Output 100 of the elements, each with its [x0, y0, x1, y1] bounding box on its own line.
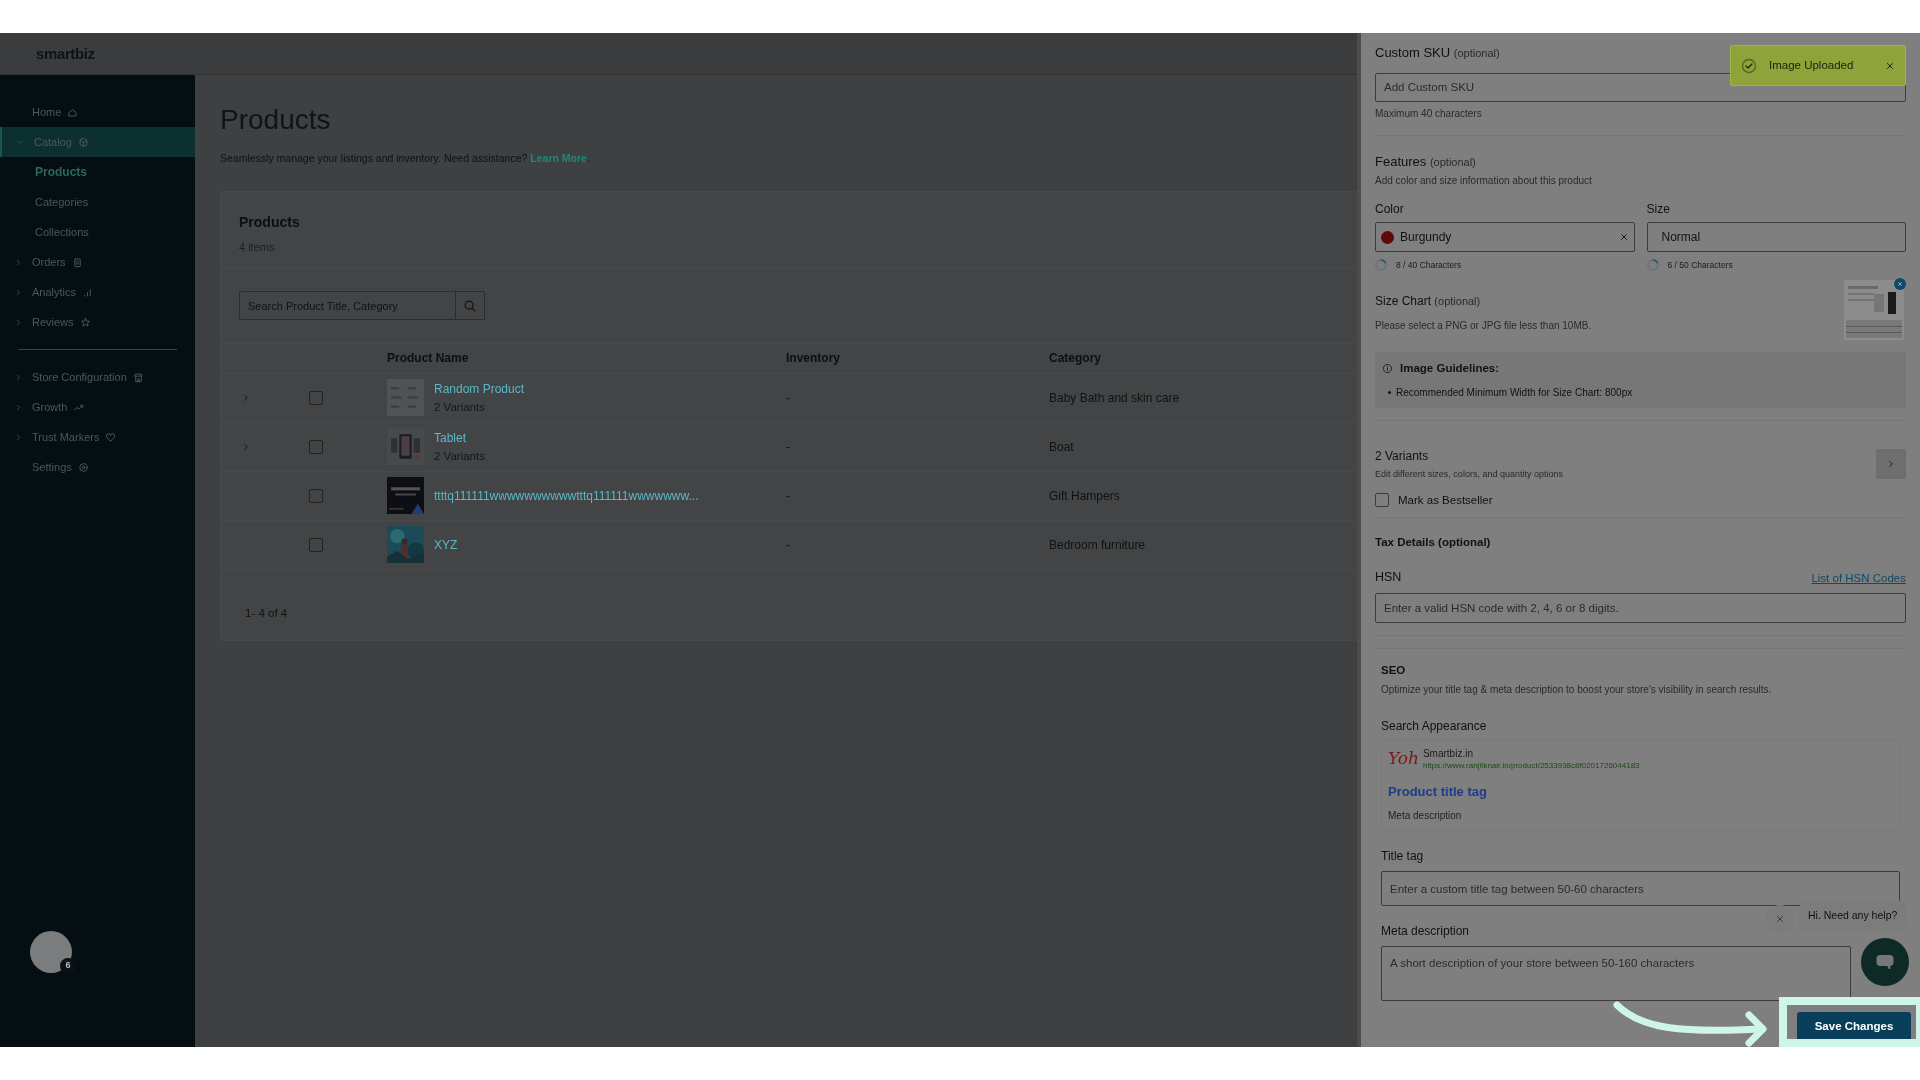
search-button[interactable]	[456, 291, 485, 321]
sidebar-item[interactable]: Analytics	[0, 277, 195, 307]
meta-description-field[interactable]: A short description of your store between 50-160 characters	[1381, 946, 1851, 1001]
sidebar-label: Home	[32, 104, 62, 120]
sidebar-subitem[interactable]: Products	[0, 157, 195, 187]
table-cell-text: -	[786, 389, 791, 407]
variants-button[interactable]	[1876, 449, 1906, 480]
section-title: Tax Details (optional)	[1375, 534, 1492, 550]
close-icon	[1775, 914, 1785, 924]
row-checkbox[interactable]	[309, 488, 323, 503]
product-name-link[interactable]: ttttq111111wwwwwwwwwwtttq111111wwwwwww...	[434, 486, 699, 505]
preview-url: https://www.ranjitknair.in/product/2533938c8f0201726044183	[1422, 760, 1640, 772]
table-cell-text: -	[786, 487, 791, 505]
hsn-field[interactable]: Enter a valid HSN code with 2, 4, 6 or 8 digits.	[1375, 592, 1906, 623]
learn-more-link[interactable]: Learn More	[530, 152, 587, 164]
preview-title: Product title tag	[1388, 783, 1488, 801]
site-name: Smartbiz.in	[1422, 748, 1474, 760]
guidelines-title: Image Guidelines:	[1400, 360, 1500, 376]
field-label: Custom SKU (optional)	[1375, 44, 1501, 62]
chevron-right-icon	[14, 432, 23, 442]
character-counter: 6 / 50 Characters	[1667, 259, 1733, 272]
field-label: Meta description	[1381, 923, 1471, 940]
clipboard-icon	[71, 256, 83, 268]
sku-field[interactable]: Add Custom SKU	[1375, 72, 1906, 102]
sidebar-label: Settings	[32, 459, 72, 475]
store-icon	[132, 371, 144, 383]
remove-image-button[interactable]	[1894, 277, 1906, 290]
close-icon[interactable]	[1885, 60, 1895, 71]
sidebar-item[interactable]: Store Configuration	[0, 362, 195, 392]
sidebar-label: Reviews	[32, 314, 74, 330]
clear-icon[interactable]	[1618, 232, 1629, 242]
search-icon	[463, 298, 477, 313]
bullet-icon	[1388, 391, 1391, 394]
variants-title: 2 Variants	[1375, 448, 1430, 465]
row-checkbox[interactable]	[309, 390, 323, 405]
row-checkbox[interactable]	[309, 439, 323, 454]
section-description: Optimize your title tag & meta description to boost your store's visibility in search results.	[1381, 683, 1773, 697]
counter-ring-icon	[1375, 259, 1387, 272]
preview-description: Meta description	[1388, 808, 1463, 823]
product-name-link[interactable]: XYZ	[434, 535, 458, 554]
success-icon	[1741, 57, 1757, 74]
house-icon	[67, 106, 79, 118]
section-title: Features (optional)	[1375, 152, 1477, 171]
chevron-right-icon	[1886, 459, 1896, 470]
field-label: HSN	[1375, 569, 1402, 586]
save-button[interactable]: Save Changes	[1797, 1012, 1911, 1042]
sidebar-subitem[interactable]: Categories	[0, 187, 195, 217]
sidebar-item[interactable]: Trust Markers	[0, 422, 195, 452]
hsn-codes-link[interactable]: List of HSN Codes	[1811, 569, 1906, 587]
chevron-right-icon	[14, 257, 23, 267]
sidebar-item[interactable]: Reviews	[0, 307, 195, 337]
character-counter: 8 / 40 Characters	[1396, 259, 1462, 272]
text-field[interactable]: Normal	[1646, 222, 1906, 252]
sidebar-item[interactable]: Orders	[0, 247, 195, 277]
sidebar-label: Orders	[32, 254, 66, 270]
sidebar-label: Growth	[32, 399, 68, 415]
product-name-link[interactable]: Tablet	[434, 428, 485, 447]
expand-row-icon[interactable]	[241, 441, 251, 452]
sidebar-item[interactable]: Catalog	[0, 127, 195, 157]
sidebar-label: Trust Markers	[32, 429, 100, 445]
field-label: Color	[1375, 201, 1405, 218]
chat-greeting: Hi. Need any help?	[1799, 900, 1907, 931]
counter-ring-icon	[1646, 259, 1659, 272]
chevron-right-icon	[14, 287, 23, 297]
sidebar-item[interactable]: Home	[0, 97, 195, 127]
chevron-right-icon	[14, 372, 23, 382]
section-description: Edit different sizes, colors, and quantity options	[1375, 468, 1563, 481]
chevron-right-icon	[14, 402, 23, 412]
table-cell-text: -	[786, 536, 791, 554]
gear-icon	[77, 461, 89, 473]
helper-text: Maximum 40 characters	[1375, 106, 1483, 121]
expand-row-icon[interactable]	[241, 392, 251, 403]
notification-badge: 6	[60, 958, 76, 974]
text-field[interactable]: Burgundy	[1375, 222, 1635, 252]
checkbox-label: Mark as Bestseller	[1398, 492, 1493, 508]
toast-message: Image Uploaded	[1769, 57, 1855, 73]
field-label: Title tag	[1381, 848, 1425, 865]
sidebar-label: Analytics	[32, 284, 77, 300]
helper-text: Please select a PNG or JPG file less than 10MB.	[1375, 318, 1592, 333]
section-description: Add color and size information about this product	[1375, 174, 1593, 188]
section-title: SEO	[1381, 662, 1407, 678]
sidebar-subitem[interactable]: Collections	[0, 217, 195, 247]
star-icon	[79, 316, 91, 328]
field-label: Size Chart (optional)	[1375, 292, 1482, 310]
row-checkbox[interactable]	[309, 537, 323, 552]
info-icon	[1382, 362, 1393, 374]
field-label: Search Appearance	[1381, 718, 1488, 735]
sidebar-item[interactable]: Settings	[0, 452, 195, 482]
table-cell-text: -	[786, 438, 791, 456]
title-tag-field[interactable]: Enter a custom title tag between 50-60 characters	[1381, 871, 1900, 906]
chevron-right-icon	[14, 317, 23, 327]
sidebar-label: Catalog	[34, 134, 72, 150]
bestseller-checkbox[interactable]	[1375, 493, 1389, 508]
product-name-link[interactable]: Random Product	[434, 379, 525, 398]
chat-button[interactable]	[1861, 938, 1909, 986]
bar-chart-icon	[82, 286, 94, 298]
sidebar-item[interactable]: Growth	[0, 392, 195, 422]
favicon-logo: Yoh	[1388, 750, 1419, 767]
heart-icon	[105, 431, 117, 443]
sidebar-label: Store Configuration	[32, 369, 127, 385]
